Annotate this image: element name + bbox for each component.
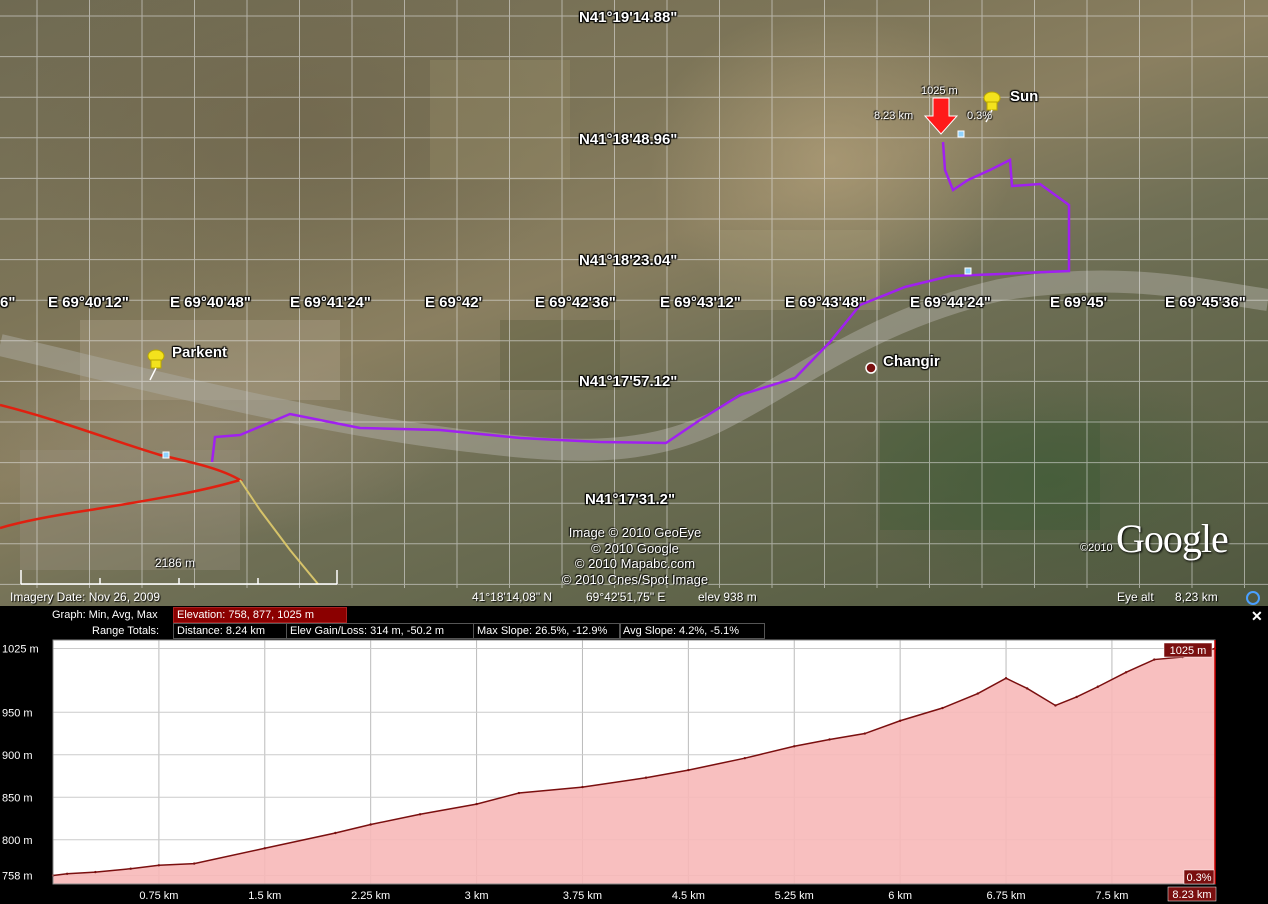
elevation-point [898,719,902,722]
latitude-label: N41°17'57.12" [579,373,678,390]
elevation-point [369,823,372,826]
cursor-longitude: 69°42'51,75" E [586,590,666,604]
longitude-label: E 69°43'12" [660,294,741,311]
y-tick-label: 950 m [2,707,33,719]
x-tick-label: 4.5 km [672,890,705,902]
google-logo: Google [1116,516,1229,561]
marker-slope: 0.3% [967,110,993,122]
longitude-label: E 69°40'12" [48,294,129,311]
eye-alt-value: 8,23 km [1175,590,1218,604]
track-line [239,479,319,585]
map-status-bar: Imagery Date: Nov 26, 2009 41°18'14,08" … [0,588,1268,606]
y-tick-label: 800 m [2,835,33,847]
longitude-label: E 69°43'48" [785,294,866,311]
scale-label: 2186 m [155,556,196,570]
longitude-label: E 69°42' [425,294,483,311]
x-tick-label: 2.25 km [351,890,390,902]
elevation-point [94,870,97,874]
x-tick-label: 3.75 km [563,890,602,902]
copyright-block: Image © 2010 GeoEye © 2010 Google © 2010… [550,525,720,587]
latitude-label: N41°18'23.04" [579,252,678,269]
eye-alt-label: Eye alt [1117,590,1154,604]
elevation-point [828,738,831,741]
elevation-point [1004,677,1008,680]
marker-elevation: 1025 m [921,85,958,97]
route-waypoint[interactable] [162,451,170,459]
elevation-point [1124,671,1128,674]
longitude-label: 6" [0,294,16,311]
elevation-point [65,872,69,875]
elevation-point [418,813,422,816]
elevation-point [687,768,690,772]
distance-tag: 8.23 km [1172,889,1211,901]
route-waypoint[interactable] [957,130,965,138]
slope-tag: 0.3% [1186,872,1211,884]
x-tick-label: 5.25 km [775,890,814,902]
longitude-label: E 69°45' [1050,294,1108,311]
x-tick-label: 7.5 km [1095,890,1128,902]
x-tick-label: 6 km [888,890,912,902]
elevation-point [1153,658,1156,661]
elevation-point [1054,704,1057,707]
longitude-label: E 69°41'24" [290,294,371,311]
longitude-label: E 69°45'36" [1165,294,1246,311]
x-tick-label: 0.75 km [139,890,178,902]
elevation-profile-chart[interactable]: 0.75 km 1.5 km 2.25 km 3 km 3.75 km 4.5 km 5.2… [0,606,1268,904]
elevation-point [941,706,944,710]
copyright-line: © 2010 Google [591,540,679,556]
elevation-point [129,867,132,870]
longitude-label: E 69°44'24" [910,294,991,311]
max-elevation-tag: 1025 m [1170,645,1207,657]
google-year: ©2010 [1080,542,1113,554]
x-tick-label: 1.5 km [248,890,281,902]
longitude-label: E 69°42'36" [535,294,616,311]
copyright-line: Image © 2010 GeoEye [568,525,702,540]
changir-marker-icon[interactable] [865,362,877,374]
elevation-point [743,756,747,760]
y-tick-label: 900 m [2,750,33,762]
route-waypoint[interactable] [964,267,972,275]
x-tick-label: 6.75 km [986,890,1025,902]
elevation-point [1075,695,1078,699]
longitude-label: E 69°40'48" [170,294,251,311]
copyright-line: © 2010 Cnes/Spot Image [561,571,709,587]
map-view[interactable]: N41°19'14.88" N41°18'48.96" N41°18'23.04… [0,0,1268,606]
cursor-latitude: 41°18'14,08" N [472,590,553,604]
latitude-label: N41°18'48.96" [579,131,678,148]
elevation-point [581,785,584,789]
elevation-point [517,791,521,795]
latitude-label: N41°19'14.88" [579,9,678,26]
elevation-point [1096,685,1100,688]
copyright-line: © 2010 Mapabc.com [574,556,696,571]
elevation-point [475,802,478,806]
elevation-point [192,862,196,865]
latitude-label: N41°17'31.2" [585,491,676,508]
elevation-point [863,732,867,735]
elevation-point [644,776,648,779]
elevation-point [334,831,337,835]
imagery-date: Imagery Date: Nov 26, 2009 [10,590,161,604]
elevation-point [263,847,266,850]
scale-bar [20,570,338,585]
marker-distance: 8.23 km [874,110,914,122]
y-tick-label: 758 m [2,870,33,882]
place-label-parkent[interactable]: Parkent [172,344,227,361]
y-tick-label: 1025 m [2,644,39,656]
cursor-elevation: elev 938 m [698,590,757,604]
place-label-sun[interactable]: Sun [1010,88,1038,105]
elevation-point [157,864,161,867]
x-tick-label: 3 km [465,890,489,902]
place-label-changir[interactable]: Changir [883,353,940,370]
elevation-point [976,692,979,695]
elevation-point [793,745,796,748]
y-tick-label: 850 m [2,792,33,804]
elevation-point [1026,687,1029,690]
